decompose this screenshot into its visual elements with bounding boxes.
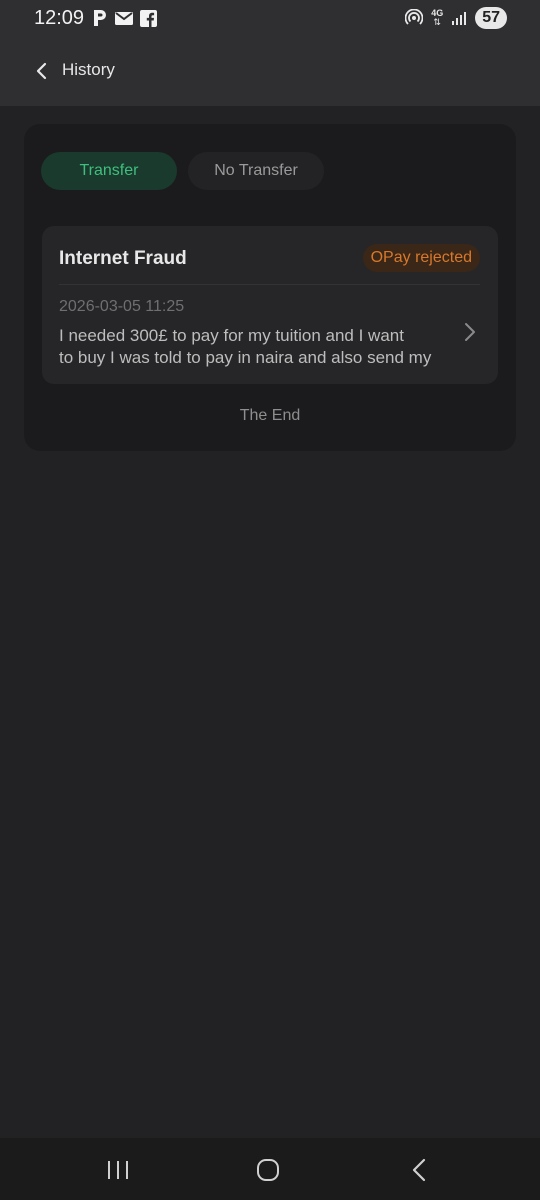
status-time: 12:09 (34, 7, 85, 29)
hotspot-icon (405, 9, 424, 25)
network-indicator: 4G ⇅ (431, 9, 443, 27)
back-icon[interactable] (406, 1156, 434, 1184)
back-arrow-icon[interactable] (30, 59, 54, 83)
record-description-line1: I needed 300£ to pay for my tuition and … (59, 326, 404, 345)
status-badge: OPay rejected (362, 244, 480, 272)
divider (59, 284, 480, 285)
notification-icons (92, 9, 157, 27)
facebook-icon (140, 9, 157, 27)
chevron-right-icon[interactable] (462, 321, 478, 343)
history-panel: Transfer No Transfer Internet Fraud OPay… (24, 124, 516, 451)
app-bar: History (0, 36, 540, 106)
history-record-card[interactable]: Internet Fraud OPay rejected 2026-03-05 … (42, 226, 498, 384)
system-icons: 4G ⇅ 57 (405, 7, 507, 29)
home-icon[interactable] (254, 1156, 282, 1184)
p-icon (94, 10, 106, 26)
data-arrows-icon: ⇅ (433, 17, 441, 27)
list-end-label: The End (239, 407, 301, 424)
record-title: Internet Fraud (59, 248, 187, 269)
mail-icon (115, 12, 133, 25)
status-bar: 12:09 4G ⇅ 57 (0, 0, 540, 36)
signal-icon (452, 12, 467, 25)
system-nav-bar (0, 1138, 540, 1200)
recent-apps-icon[interactable] (104, 1156, 132, 1184)
record-datetime: 2026-03-05 11:25 (59, 298, 185, 315)
tab-transfer[interactable]: Transfer (41, 152, 177, 190)
tab-no-transfer[interactable]: No Transfer (188, 152, 324, 190)
record-description-line2: to buy I was told to pay in naira and al… (59, 348, 432, 367)
page-title: History (62, 60, 115, 79)
battery-level: 57 (475, 7, 507, 29)
record-description: I needed 300£ to pay for my tuition and … (59, 325, 443, 369)
